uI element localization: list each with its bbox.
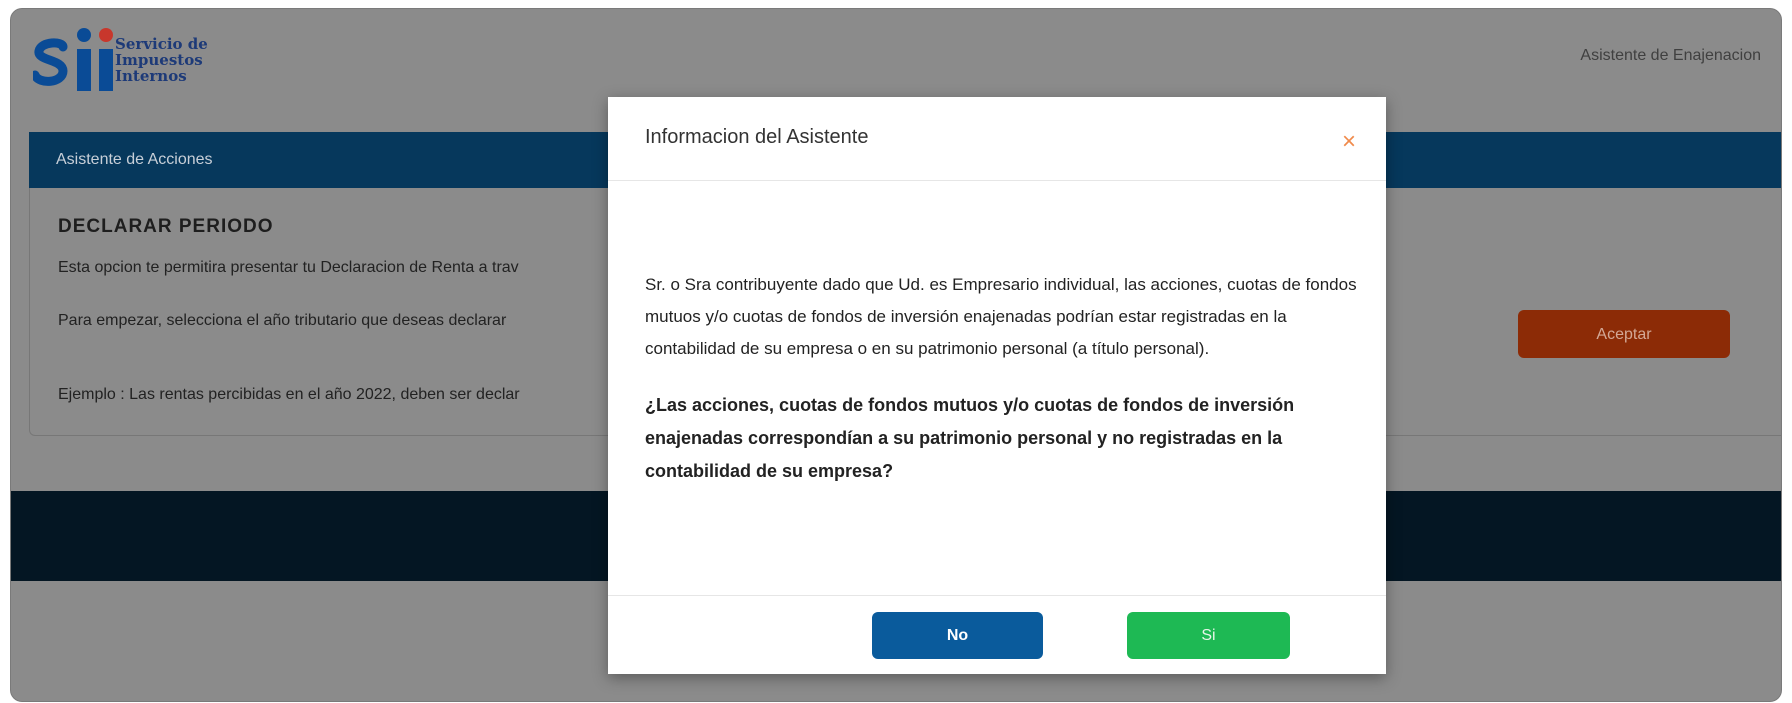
modal-question: ¿Las acciones, cuotas de fondos mutuos y…	[645, 395, 1295, 481]
si-button[interactable]: Si	[1127, 612, 1290, 659]
card-example: Ejemplo : Las rentas percibidas en el añ…	[58, 386, 520, 403]
logo-line-2: Impuestos	[115, 51, 203, 69]
modal-title: Informacion del Asistente	[645, 126, 869, 148]
card-instructions: Para empezar, selecciona el año tributar…	[58, 312, 507, 329]
logo-line-3: Internos	[115, 67, 187, 85]
modal-text: Sr. o Sra contribuyente dado que Ud. es …	[645, 275, 1357, 358]
card-title: DECLARAR PERIODO	[58, 216, 274, 237]
header-title: Asistente de Enajenacion	[1580, 47, 1761, 64]
modal-footer: No Si	[608, 595, 1386, 675]
no-button[interactable]: No	[872, 612, 1043, 659]
close-icon[interactable]: ×	[1342, 128, 1356, 156]
logo-line-1: Servicio de	[115, 35, 208, 53]
logo-text: Servicio de Impuestos Internos	[115, 36, 208, 84]
section-header-title: Asistente de Acciones	[56, 151, 213, 168]
card-description: Esta opcion te permitira presentar tu De…	[58, 259, 519, 276]
info-modal: Informacion del Asistente × Sr. o Sra co…	[608, 97, 1386, 674]
modal-body: Sr. o Sra contribuyente dado que Ud. es …	[645, 269, 1360, 488]
modal-header: Informacion del Asistente ×	[608, 97, 1386, 181]
accept-button[interactable]: Aceptar	[1518, 310, 1730, 358]
